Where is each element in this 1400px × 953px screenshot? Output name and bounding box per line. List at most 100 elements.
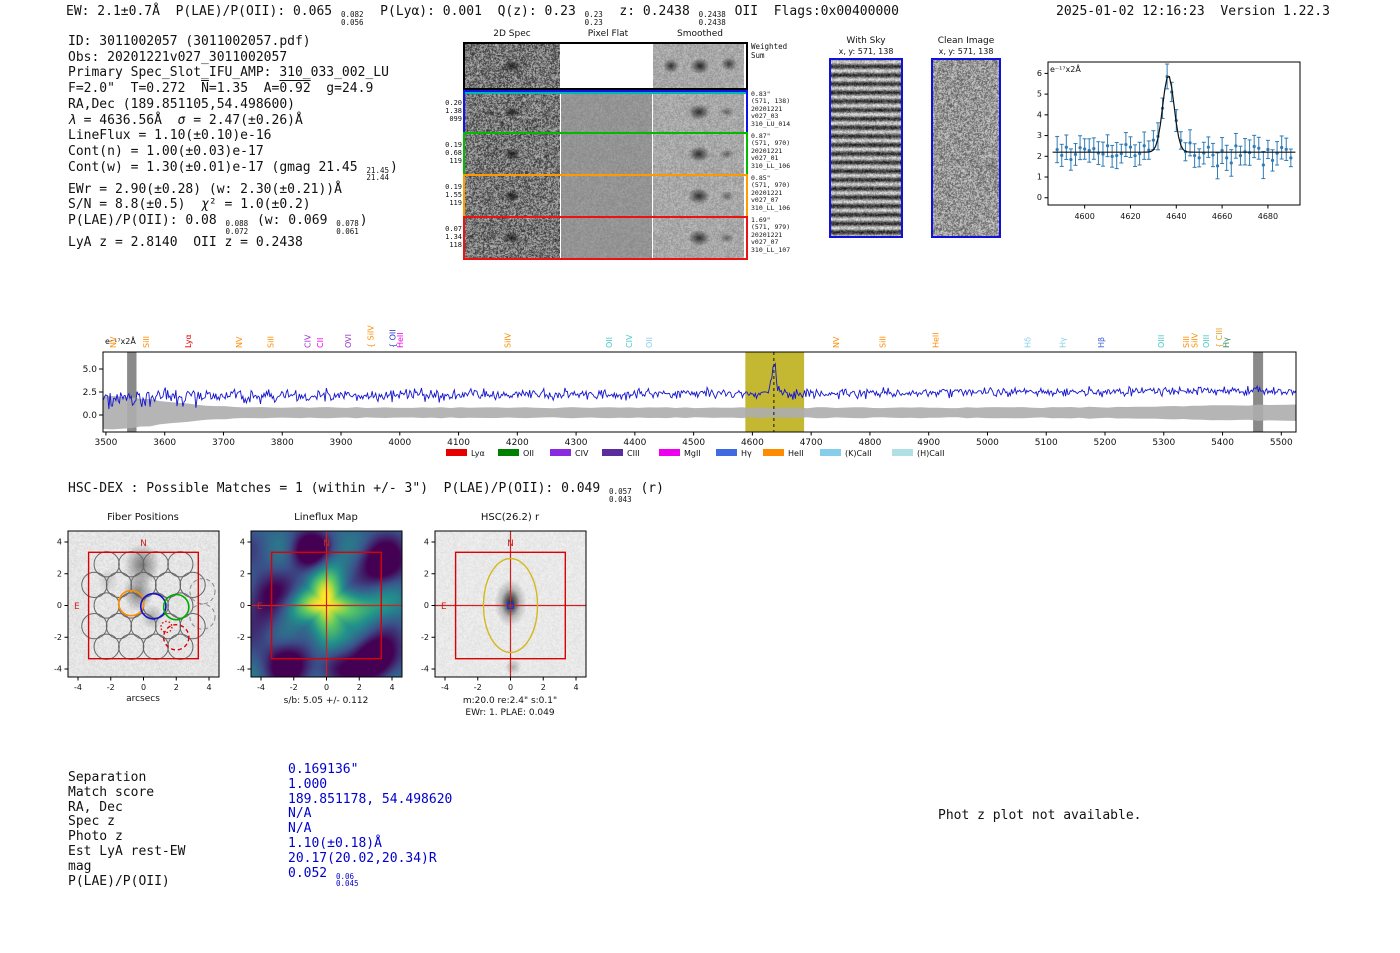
match-value-2: 189.851178, 54.498620	[288, 791, 453, 807]
cutout-x-tick-label: -2	[474, 683, 482, 692]
data-point	[1280, 145, 1284, 150]
data-point	[1238, 154, 1243, 158]
match-label-match-score: Match score	[68, 784, 155, 800]
data-point	[1225, 156, 1229, 160]
cutout-y-tick-label: -4	[421, 665, 429, 674]
fit-y-tick-label: 1	[1037, 173, 1042, 182]
spectrum-x-tick-label: 5000	[976, 438, 999, 448]
info-line-5: λ = 4636.56Å σ = 2.47(±0.26)Å	[68, 112, 303, 128]
match-value-7: 0.052 0.06 0.045	[288, 865, 359, 889]
data-point	[1142, 144, 1146, 148]
emission-line-label-HeII: HeII	[932, 332, 941, 348]
fit-x-tick-label: 4640	[1166, 212, 1186, 221]
data-point	[1215, 164, 1220, 168]
fit-y-tick-label: 0	[1037, 193, 1042, 202]
cutout-y-tick-label: -2	[421, 633, 429, 642]
compass-east-label: E	[441, 602, 447, 612]
cutout-x-tick-label: 2	[541, 683, 546, 692]
emission-line-label-OII: OII	[605, 337, 614, 348]
legend-swatch-MgII	[659, 449, 680, 456]
cutout-x-tick-label: 0	[324, 683, 329, 692]
hsc_r-caption-0: m:20.0 re:2.4" s:0.1"	[462, 696, 558, 706]
spec2d-row-4-smoothed-image	[653, 218, 744, 258]
summary-header-line: EW: 2.1±0.7Å P(LAE)/P(OII): 0.065 0.082 0…	[66, 4, 899, 27]
match-value-4: N/A	[288, 821, 312, 837]
fiber-circle	[118, 633, 145, 660]
emission-line-label-SiIV: SiIV	[503, 332, 512, 348]
fiber-circle-orange	[117, 589, 145, 617]
spec2d-row-1-weights: 0.20 1.38 099	[445, 99, 462, 123]
stacked-uncertainty: 0.23 0.23	[584, 10, 603, 27]
spec2d-row-2-smoothed-image	[653, 134, 744, 174]
data-point	[1151, 138, 1155, 142]
report-version: Version 1.22.3	[1220, 4, 1330, 19]
legend-swatch-Lyα	[446, 449, 467, 456]
spec2d-col-header-1: Pixel Flat	[587, 29, 629, 39]
spec2d-row-0-pixelflat-image	[561, 44, 652, 88]
fit-y-tick-label: 6	[1037, 69, 1042, 78]
info-line-8: Cont(w) = 1.30(±0.01)e-17 (gmag 21.45 21…	[68, 159, 398, 183]
spec2d-row-4-weights: 0.07 1.34 118	[445, 225, 462, 249]
cutout-y-tick-label: -4	[237, 665, 245, 674]
fit-y-tick-label: 2	[1037, 152, 1042, 161]
spec2d-row-2-pixelflat-image	[561, 134, 652, 174]
info-line-3: F=2.0" T=0.272 N=1.35 A=0.92 g=24.9	[68, 81, 374, 97]
spectrum-x-tick-label: 4300	[565, 438, 588, 448]
data-point	[1289, 156, 1293, 160]
spectrum-x-tick-label: 5500	[1270, 438, 1293, 448]
lineflux_map-axes-overlay: N E -4 -2 0 2 4 -4 -2 0 2 4	[237, 530, 403, 692]
fit-x-tick-label: 4680	[1258, 212, 1278, 221]
spec2d-row-0-annotation: Weighted Sum	[751, 42, 788, 60]
data-point	[1069, 157, 1073, 162]
emission-line-label-SiII: SiII	[878, 336, 887, 348]
data-point	[1133, 154, 1137, 158]
cutout-y-tick-label: 0	[424, 601, 429, 610]
data-point	[1266, 147, 1270, 152]
spectrum-x-tick-label: 4200	[506, 438, 529, 448]
cutout-x-tick-label: -4	[74, 683, 82, 692]
legend-label-MgII: MgII	[684, 449, 701, 458]
spec2d-row-3-pixelflat-image	[561, 176, 652, 216]
data-point	[1252, 144, 1256, 149]
stacked-uncertainty: 0.082 0.056	[340, 10, 364, 27]
spectrum-x-tick-label: 4700	[800, 438, 823, 448]
cutout-y-tick-label: 2	[240, 569, 245, 578]
data-point	[1211, 153, 1215, 157]
legend-label-CIII: CIII	[627, 449, 640, 458]
match-value-5: 1.10(±0.18)Å	[288, 836, 382, 851]
info-line-7: Cont(n) = 1.00(±0.03)e-17	[68, 143, 264, 159]
compass-east-label: E	[74, 602, 80, 612]
data-point	[1078, 146, 1082, 150]
hsc_r-axes-overlay: N E -4 -2 0 2 4 -4 -2 0 2 4	[421, 530, 587, 692]
spec2d-row-3-weights: 0.19 1.55 119	[445, 183, 462, 207]
emission-line-label-Hβ: Hβ	[1097, 337, 1106, 348]
spec2d-row-1-annotation: 0.83" (571, 138) 20201221 v027_03 310_LU_014	[751, 90, 791, 128]
data-point	[1073, 152, 1078, 157]
emission-line-label-NV: NV	[832, 336, 841, 348]
legend-swatch-HeII	[763, 449, 784, 456]
data-point	[1055, 147, 1059, 152]
legend-swatch-(H)CaII	[892, 449, 913, 456]
legend-swatch-Hγ	[716, 449, 737, 456]
data-point	[1206, 145, 1210, 149]
fit-x-tick-label: 4620	[1120, 212, 1140, 221]
clean-image-image	[933, 60, 999, 236]
emission-line-label-SiII: SiII	[142, 336, 151, 348]
spectrum-x-tick-label: 4800	[858, 438, 881, 448]
stacked-uncertainty: 0.06 0.045	[335, 871, 359, 889]
spectrum-x-tick-label: 5300	[1152, 438, 1175, 448]
match-label-est-lya-rest-ew: Est LyA rest-EW	[68, 844, 186, 859]
lineflux_map-caption-0: s/b: 5.05 +/- 0.112	[283, 696, 369, 706]
with-sky-coords: x, y: 571, 138	[838, 47, 894, 56]
spectrum-x-tick-label: 5200	[1094, 438, 1117, 448]
spec2d-row-2-weights: 0.19 0.68 119	[445, 141, 462, 165]
fiber_positions-xlabel: arcsecs	[126, 694, 160, 704]
legend-label-HeII: HeII	[788, 449, 804, 458]
data-point	[1110, 154, 1114, 158]
compass-north-label: N	[507, 539, 514, 549]
match-value-1: 1.000	[288, 776, 328, 792]
spectrum-x-tick-label: 4600	[741, 438, 764, 448]
data-point	[1193, 153, 1197, 158]
info-line-0: ID: 3011002057 (3011002057.pdf)	[68, 34, 311, 49]
spectrum-x-tick-label: 3500	[94, 438, 117, 448]
